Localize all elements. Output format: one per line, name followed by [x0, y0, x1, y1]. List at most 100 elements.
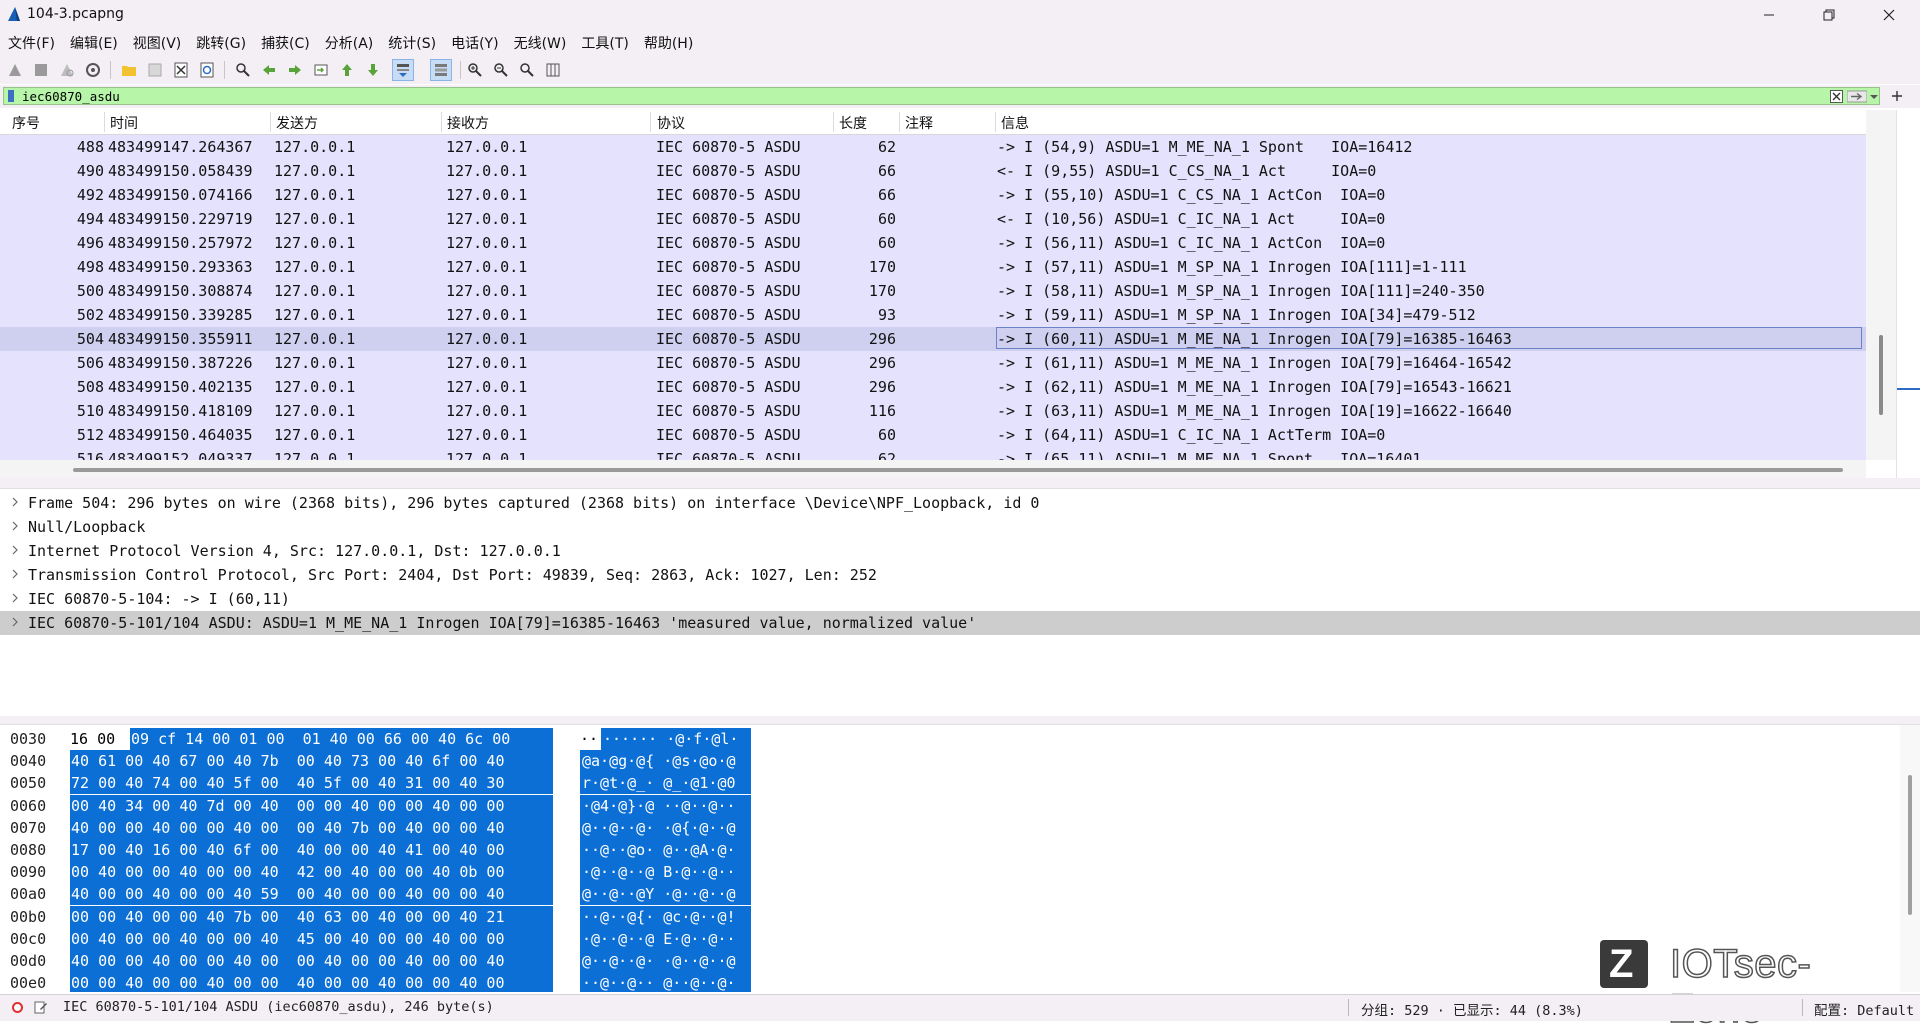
- apply-arrow-icon[interactable]: [1847, 90, 1867, 103]
- pane-splitter[interactable]: [0, 716, 1920, 724]
- menu-tools[interactable]: 工具(T): [573, 33, 635, 53]
- expert-info-icon[interactable]: [12, 1002, 23, 1013]
- close-button[interactable]: [1866, 0, 1912, 30]
- bytes-row[interactable]: 00a0 40 00 00 40 00 00 40 59 00 40 00 00 …: [0, 883, 1920, 906]
- packet-minimap[interactable]: [1896, 110, 1920, 478]
- go-forward-button[interactable]: [284, 59, 306, 81]
- chevron-right-icon[interactable]: [10, 543, 20, 557]
- menu-capture[interactable]: 捕获(C): [253, 33, 317, 53]
- bytes-row[interactable]: 00b0 00 00 40 00 00 40 7b 00 40 63 00 40 …: [0, 905, 1920, 928]
- save-file-button[interactable]: [144, 59, 166, 81]
- edit-comment-icon[interactable]: [34, 1000, 48, 1014]
- detail-tree-item[interactable]: Internet Protocol Version 4, Src: 127.0.…: [0, 539, 1920, 563]
- column-header-info[interactable]: 信息: [1001, 113, 1029, 133]
- bytes-row[interactable]: 0040 40 61 00 40 67 00 40 7b 00 40 73 00 …: [0, 750, 1920, 773]
- packet-row[interactable]: 508 483499150.402135 127.0.0.1 127.0.0.1 IEC…: [0, 375, 1866, 399]
- bytes-row[interactable]: 0030 16 00 09 cf 14 00 01 00 01 40 00 66…: [0, 728, 1920, 750]
- go-to-packet-button[interactable]: [310, 59, 332, 81]
- detail-tree-item[interactable]: Null/Loopback: [0, 515, 1920, 539]
- plus-icon[interactable]: [1891, 90, 1903, 102]
- reload-file-button[interactable]: [196, 59, 218, 81]
- menu-analyze[interactable]: 分析(A): [317, 33, 381, 53]
- normal-size-button[interactable]: [516, 59, 538, 81]
- filter-bookmark-icon[interactable]: [8, 90, 14, 102]
- packet-row[interactable]: 510 483499150.418109 127.0.0.1 127.0.0.1 IEC…: [0, 399, 1866, 423]
- column-separator[interactable]: [995, 112, 996, 132]
- chevron-right-icon[interactable]: [10, 519, 20, 533]
- menu-help[interactable]: 帮助(H): [636, 33, 700, 53]
- open-file-button[interactable]: [118, 59, 140, 81]
- restart-capture-button[interactable]: [56, 59, 78, 81]
- go-back-button[interactable]: [258, 59, 280, 81]
- column-header-protocol[interactable]: 协议: [657, 113, 685, 133]
- column-header-source[interactable]: 发送方: [276, 113, 318, 133]
- column-separator[interactable]: [899, 112, 900, 132]
- display-filter-field[interactable]: [3, 87, 1880, 105]
- bytes-row[interactable]: 0080 17 00 40 16 00 40 6f 00 40 00 00 40 …: [0, 838, 1920, 861]
- colorize-button[interactable]: [430, 59, 452, 81]
- chevron-down-icon[interactable]: [1870, 93, 1878, 101]
- column-separator[interactable]: [104, 112, 105, 132]
- bytes-row[interactable]: 0060 00 40 34 00 40 7d 00 40 00 00 40 00 …: [0, 794, 1920, 817]
- scrollbar-thumb[interactable]: [1908, 775, 1912, 915]
- zoom-in-button[interactable]: [464, 59, 486, 81]
- packet-row[interactable]: 498 483499150.293363 127.0.0.1 127.0.0.1 IEC…: [0, 255, 1866, 279]
- packet-row[interactable]: 488 483499147.264367 127.0.0.1 127.0.0.1 IEC…: [0, 135, 1866, 159]
- menu-statistics[interactable]: 统计(S): [380, 33, 443, 53]
- packet-row[interactable]: 506 483499150.387226 127.0.0.1 127.0.0.1 IEC…: [0, 351, 1866, 375]
- chevron-right-icon[interactable]: [10, 567, 20, 581]
- column-separator[interactable]: [441, 112, 442, 132]
- chevron-right-icon[interactable]: [10, 591, 20, 605]
- packet-row[interactable]: 502 483499150.339285 127.0.0.1 127.0.0.1 IEC…: [0, 303, 1866, 327]
- minimize-button[interactable]: [1746, 0, 1792, 30]
- column-header-comment[interactable]: 注释: [905, 113, 933, 133]
- close-file-button[interactable]: [170, 59, 192, 81]
- column-separator[interactable]: [833, 112, 834, 132]
- bytes-row[interactable]: 0090 00 40 00 00 40 00 00 40 42 00 40 00 …: [0, 861, 1920, 884]
- detail-tree-item[interactable]: IEC 60870-5-104: -> I (60,11): [0, 587, 1920, 611]
- chevron-right-icon[interactable]: [10, 495, 20, 509]
- clear-icon[interactable]: [1830, 90, 1843, 103]
- display-filter-input[interactable]: [22, 88, 1822, 104]
- go-last-button[interactable]: [362, 59, 384, 81]
- column-header-no[interactable]: 序号: [12, 113, 40, 133]
- scrollbar-thumb[interactable]: [73, 468, 1843, 472]
- chevron-right-icon[interactable]: [10, 615, 20, 629]
- column-header-destination[interactable]: 接收方: [447, 113, 489, 133]
- bytes-row[interactable]: 0070 40 00 00 40 00 00 40 00 00 40 7b 00 …: [0, 816, 1920, 839]
- autoscroll-button[interactable]: [392, 59, 414, 81]
- resize-columns-button[interactable]: [542, 59, 564, 81]
- start-capture-button[interactable]: [4, 59, 26, 81]
- packet-row[interactable]: 490 483499150.058439 127.0.0.1 127.0.0.1 IEC…: [0, 159, 1866, 183]
- packet-list-scrollbar[interactable]: [1866, 110, 1896, 460]
- menu-file[interactable]: 文件(F): [0, 33, 62, 53]
- zoom-out-button[interactable]: [490, 59, 512, 81]
- menu-telephony[interactable]: 电话(Y): [443, 33, 505, 53]
- column-separator[interactable]: [650, 112, 651, 132]
- pane-splitter[interactable]: [0, 478, 1920, 488]
- scrollbar-thumb[interactable]: [1879, 335, 1883, 415]
- menu-edit[interactable]: 编辑(E): [62, 33, 125, 53]
- menu-go[interactable]: 跳转(G): [188, 33, 253, 53]
- stop-capture-button[interactable]: [30, 59, 52, 81]
- column-header-time[interactable]: 时间: [110, 113, 138, 133]
- column-header-length[interactable]: 长度: [839, 113, 867, 133]
- go-first-button[interactable]: [336, 59, 358, 81]
- packet-row[interactable]: 500 483499150.308874 127.0.0.1 127.0.0.1 IEC…: [0, 279, 1866, 303]
- packet-row[interactable]: 512 483499150.464035 127.0.0.1 127.0.0.1 IEC…: [0, 423, 1866, 447]
- status-profile[interactable]: 配置: Default: [1814, 999, 1914, 1019]
- menu-wireless[interactable]: 无线(W): [506, 33, 574, 53]
- packet-row-selected[interactable]: 504 483499150.355911 127.0.0.1 127.0.0.1 IEC…: [0, 327, 1866, 351]
- restore-button[interactable]: [1806, 0, 1852, 30]
- capture-options-button[interactable]: [82, 59, 104, 81]
- packet-row[interactable]: 496 483499150.257972 127.0.0.1 127.0.0.1 IEC…: [0, 231, 1866, 255]
- packet-row[interactable]: 492 483499150.074166 127.0.0.1 127.0.0.1 IEC…: [0, 183, 1866, 207]
- menu-view[interactable]: 视图(V): [125, 33, 189, 53]
- bytes-scrollbar[interactable]: [1900, 725, 1920, 992]
- detail-tree-item[interactable]: Transmission Control Protocol, Src Port:…: [0, 563, 1920, 587]
- bytes-row[interactable]: 0050 72 00 40 74 00 40 5f 00 40 5f 00 40 …: [0, 772, 1920, 795]
- column-separator[interactable]: [270, 112, 271, 132]
- detail-tree-item[interactable]: Frame 504: 296 bytes on wire (2368 bits)…: [0, 491, 1920, 515]
- detail-tree-item-selected[interactable]: IEC 60870-5-101/104 ASDU: ASDU=1 M_ME_NA…: [0, 611, 1920, 635]
- packet-row[interactable]: 494 483499150.229719 127.0.0.1 127.0.0.1 IEC…: [0, 207, 1866, 231]
